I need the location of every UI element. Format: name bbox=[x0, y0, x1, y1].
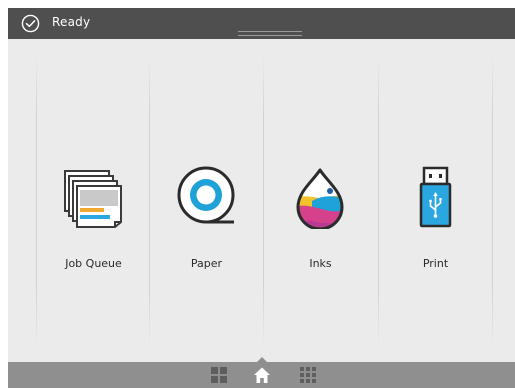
paper-roll-icon bbox=[177, 166, 235, 224]
app-tiles: Job Queue Paper Inks Print bbox=[8, 39, 515, 362]
status-bar[interactable]: Ready bbox=[8, 8, 515, 39]
tile-inks[interactable]: Inks bbox=[264, 55, 377, 347]
tile-label: Print bbox=[422, 257, 449, 270]
printer-home-screen: Ready Job Queue Paper Inks Print bbox=[8, 8, 515, 388]
tile-print[interactable]: Print bbox=[379, 55, 492, 347]
tile-label: Inks bbox=[309, 257, 332, 270]
widgets-button[interactable] bbox=[204, 362, 234, 388]
status-text: Ready bbox=[52, 15, 91, 29]
tile-divider bbox=[492, 55, 493, 347]
home-icon bbox=[254, 367, 270, 383]
apps-button[interactable] bbox=[293, 362, 323, 388]
tile-label: Paper bbox=[190, 257, 223, 270]
home-button[interactable] bbox=[247, 362, 277, 388]
tile-job-queue[interactable]: Job Queue bbox=[37, 55, 150, 347]
tile-paper[interactable]: Paper bbox=[150, 55, 263, 347]
usb-drive-icon bbox=[419, 166, 452, 228]
job-queue-icon bbox=[64, 170, 122, 228]
check-circle-icon bbox=[21, 14, 40, 33]
widgets-icon bbox=[211, 367, 227, 383]
bottom-nav-bar bbox=[8, 357, 515, 388]
tile-label: Job Queue bbox=[65, 257, 122, 270]
ink-drop-icon bbox=[296, 168, 344, 229]
pull-down-handle[interactable] bbox=[238, 31, 302, 36]
apps-grid-icon bbox=[300, 367, 316, 383]
